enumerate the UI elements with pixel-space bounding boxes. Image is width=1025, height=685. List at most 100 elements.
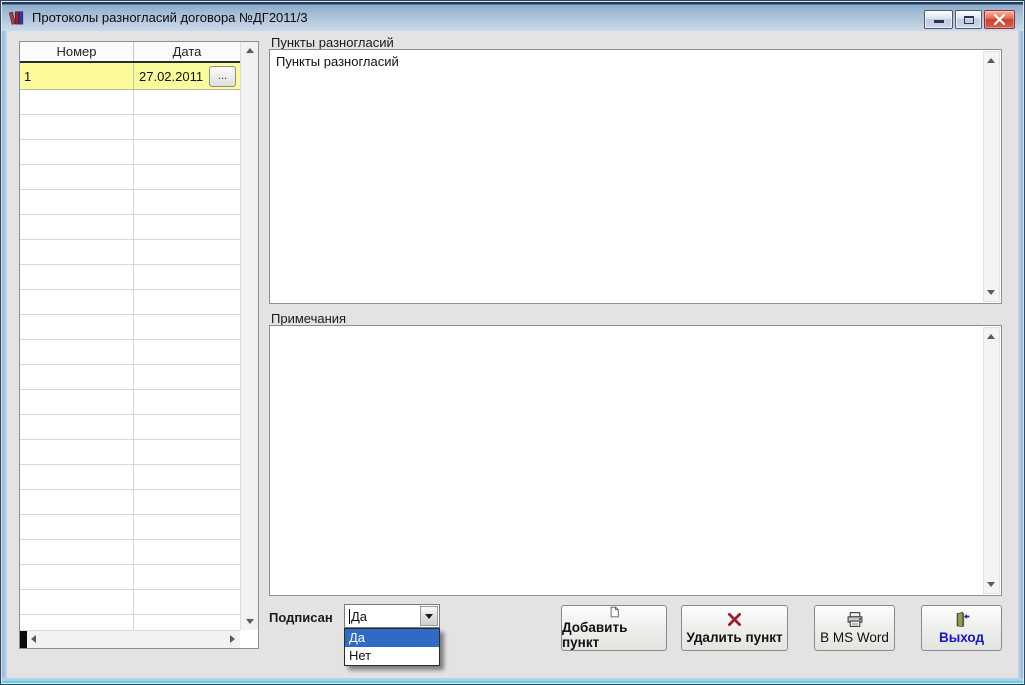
title-bar[interactable]: Протоколы разногласий договора №ДГ2011/3 <box>2 2 1023 31</box>
notes-textarea[interactable] <box>269 325 1002 596</box>
table-row[interactable] <box>20 315 240 340</box>
cell-date[interactable] <box>134 490 240 514</box>
table-row[interactable] <box>20 165 240 190</box>
cell-number[interactable] <box>20 390 134 414</box>
signed-combobox[interactable]: Да <box>344 604 440 628</box>
table-row[interactable] <box>20 565 240 590</box>
scroll-left-icon[interactable] <box>31 635 36 643</box>
close-button[interactable] <box>984 10 1015 29</box>
cell-date[interactable] <box>134 390 240 414</box>
table-vertical-scrollbar[interactable] <box>240 42 258 630</box>
table-row[interactable] <box>20 490 240 515</box>
table-row[interactable] <box>20 215 240 240</box>
cell-number[interactable] <box>20 290 134 314</box>
scroll-up-icon[interactable] <box>987 58 995 63</box>
cell-number[interactable] <box>20 165 134 189</box>
table-row[interactable] <box>20 240 240 265</box>
cell-date[interactable] <box>134 515 240 539</box>
dropdown-option-yes[interactable]: Да <box>345 629 439 647</box>
export-word-button[interactable]: В MS Word <box>814 605 895 651</box>
scroll-up-icon[interactable] <box>987 334 995 339</box>
cell-number[interactable] <box>20 315 134 339</box>
scroll-right-icon[interactable] <box>230 635 235 643</box>
table-row[interactable] <box>20 290 240 315</box>
cell-date[interactable] <box>134 215 240 239</box>
cell-date[interactable] <box>134 315 240 339</box>
cell-date[interactable] <box>134 565 240 589</box>
cell-number[interactable] <box>20 440 134 464</box>
table-row[interactable] <box>20 590 240 615</box>
cell-date[interactable] <box>134 590 240 614</box>
date-picker-button[interactable]: ... <box>209 66 236 87</box>
cell-number[interactable] <box>20 240 134 264</box>
table-row[interactable] <box>20 190 240 215</box>
points-scrollbar[interactable] <box>983 51 1000 302</box>
table-row-selected[interactable]: 1 27.02.2011 ... <box>20 63 240 90</box>
scrollbar-thumb[interactable] <box>20 631 27 648</box>
cell-date[interactable] <box>134 190 240 214</box>
scroll-down-icon[interactable] <box>987 290 995 295</box>
cell-number[interactable] <box>20 90 134 114</box>
scroll-down-icon[interactable] <box>246 619 254 624</box>
cell-date[interactable] <box>134 165 240 189</box>
cell-number[interactable]: 1 <box>20 63 134 89</box>
cell-number[interactable] <box>20 465 134 489</box>
signed-value[interactable]: Да <box>351 609 367 624</box>
scroll-down-icon[interactable] <box>987 582 995 587</box>
table-row[interactable] <box>20 340 240 365</box>
table-row[interactable] <box>20 140 240 165</box>
column-header-number[interactable]: Номер <box>20 42 134 61</box>
notes-scrollbar[interactable] <box>983 327 1000 594</box>
cell-number[interactable] <box>20 565 134 589</box>
table-row[interactable] <box>20 465 240 490</box>
points-text[interactable]: Пункты разногласий <box>270 50 983 303</box>
cell-number[interactable] <box>20 515 134 539</box>
cell-number[interactable] <box>20 215 134 239</box>
table-row[interactable] <box>20 540 240 565</box>
table-row[interactable] <box>20 440 240 465</box>
table-row[interactable] <box>20 515 240 540</box>
dropdown-option-no[interactable]: Нет <box>345 647 439 665</box>
exit-button[interactable]: Выход <box>921 605 1002 651</box>
cell-date[interactable] <box>134 540 240 564</box>
cell-date[interactable] <box>134 240 240 264</box>
minimize-button[interactable] <box>924 10 953 29</box>
notes-text[interactable] <box>270 326 983 595</box>
table-row[interactable] <box>20 615 240 630</box>
cell-date[interactable] <box>134 465 240 489</box>
cell-number[interactable] <box>20 140 134 164</box>
cell-number[interactable] <box>20 365 134 389</box>
cell-number[interactable] <box>20 590 134 614</box>
cell-date[interactable] <box>134 440 240 464</box>
table-row[interactable] <box>20 390 240 415</box>
combo-dropdown-button[interactable] <box>420 606 438 626</box>
cell-number[interactable] <box>20 115 134 139</box>
scroll-up-icon[interactable] <box>246 48 254 53</box>
table-row[interactable] <box>20 115 240 140</box>
cell-number[interactable] <box>20 615 134 630</box>
points-textarea[interactable]: Пункты разногласий <box>269 49 1002 304</box>
cell-date[interactable] <box>134 265 240 289</box>
cell-number[interactable] <box>20 190 134 214</box>
cell-date[interactable] <box>134 115 240 139</box>
cell-date[interactable] <box>134 415 240 439</box>
delete-item-button[interactable]: Удалить пункт <box>681 605 788 651</box>
add-item-button[interactable]: Добавить пункт <box>561 605 667 651</box>
table-row[interactable] <box>20 365 240 390</box>
cell-date[interactable] <box>134 340 240 364</box>
cell-date[interactable] <box>134 365 240 389</box>
table-horizontal-scrollbar[interactable] <box>20 630 240 648</box>
cell-number[interactable] <box>20 265 134 289</box>
cell-number[interactable] <box>20 415 134 439</box>
cell-date[interactable] <box>134 140 240 164</box>
table-row[interactable] <box>20 265 240 290</box>
column-header-date[interactable]: Дата <box>134 42 240 61</box>
cell-date[interactable] <box>134 615 240 630</box>
cell-number[interactable] <box>20 340 134 364</box>
cell-date[interactable] <box>134 90 240 114</box>
cell-date[interactable] <box>134 290 240 314</box>
cell-number[interactable] <box>20 490 134 514</box>
table-row[interactable] <box>20 90 240 115</box>
maximize-button[interactable] <box>955 10 982 29</box>
cell-number[interactable] <box>20 540 134 564</box>
